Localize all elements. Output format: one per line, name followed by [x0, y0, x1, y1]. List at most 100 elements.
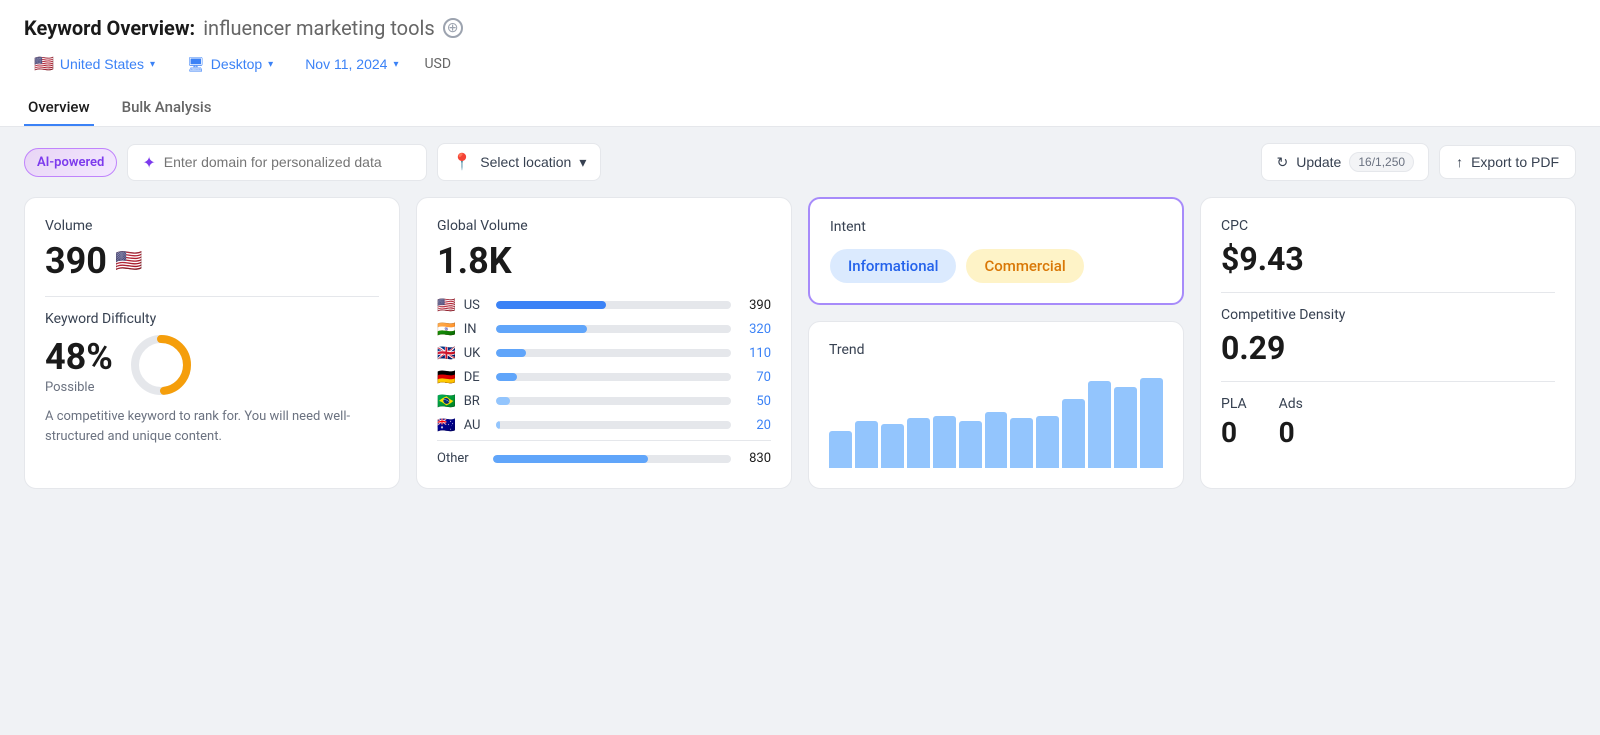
country-bar-bg	[496, 397, 731, 405]
trend-bar	[1036, 416, 1059, 469]
trend-bar	[959, 421, 982, 469]
pla-ads-row: PLA 0 Ads 0	[1221, 396, 1555, 449]
country-code: BR	[464, 394, 488, 409]
badge-commercial: Commercial	[966, 249, 1083, 283]
ads-item: Ads 0	[1279, 396, 1303, 449]
country-code: DE	[464, 370, 488, 385]
trend-bar	[855, 421, 878, 469]
country-flag: 🇧🇷	[437, 392, 456, 410]
export-button[interactable]: ↑ Export to PDF	[1439, 145, 1576, 179]
cpc-value: $9.43	[1221, 240, 1555, 278]
intent-label: Intent	[830, 219, 1162, 235]
trend-bar	[907, 418, 930, 468]
country-bar-fill	[496, 421, 501, 429]
ads-label: Ads	[1279, 396, 1303, 412]
currency-label: USD	[424, 56, 451, 72]
country-code: US	[464, 298, 488, 313]
domain-input[interactable]	[164, 154, 413, 170]
country-bar-bg	[496, 349, 731, 357]
other-label: Other	[437, 451, 485, 466]
country-num: 50	[739, 394, 771, 409]
country-bar-fill	[496, 397, 510, 405]
location-label: United States	[60, 56, 144, 72]
global-volume-value: 1.8K	[437, 240, 771, 282]
other-row: Other 830	[437, 440, 771, 466]
update-count: 16/1,250	[1349, 152, 1414, 172]
country-row: 🇺🇸 US 390	[437, 296, 771, 314]
country-row: 🇦🇺 AU 20	[437, 416, 771, 434]
country-flag: 🇩🇪	[437, 368, 456, 386]
country-bar-bg	[496, 301, 731, 309]
country-flag: 🇦🇺	[437, 416, 456, 434]
page-title-query: influencer marketing tools	[203, 16, 434, 40]
country-flag: 🇮🇳	[437, 320, 456, 338]
device-filter[interactable]: 🖥 Desktop ▾	[177, 52, 283, 77]
trend-card: Trend	[808, 321, 1184, 489]
pla-value: 0	[1221, 416, 1247, 449]
global-volume-label: Global Volume	[437, 218, 771, 234]
trend-bar	[829, 431, 852, 469]
page-title-prefix: Keyword Overview:	[24, 16, 195, 40]
trend-label: Trend	[829, 342, 1163, 358]
country-bar-fill	[496, 373, 517, 381]
country-num: 320	[739, 322, 771, 337]
location-filter[interactable]: 🇺🇸 United States ▾	[24, 50, 165, 78]
volume-label: Volume	[45, 218, 379, 234]
country-row: 🇮🇳 IN 320	[437, 320, 771, 338]
add-keyword-icon[interactable]: ⊕	[443, 18, 463, 38]
country-num: 70	[739, 370, 771, 385]
update-button[interactable]: ↻ Update 16/1,250	[1261, 143, 1429, 181]
select-location-button[interactable]: 📍 Select location ▾	[437, 143, 601, 181]
date-chevron-icon: ▾	[393, 59, 398, 70]
date-filter[interactable]: Nov 11, 2024 ▾	[295, 52, 408, 76]
country-code: IN	[464, 322, 488, 337]
volume-kd-card: Volume 390 🇺🇸 Keyword Difficulty 48% Pos…	[24, 197, 400, 489]
export-icon: ↑	[1456, 154, 1463, 170]
tab-bulk-analysis[interactable]: Bulk Analysis	[118, 90, 216, 126]
trend-bar	[1114, 387, 1137, 468]
tab-overview[interactable]: Overview	[24, 90, 94, 126]
location-placeholder: Select location	[480, 154, 571, 170]
other-bar-fill	[493, 455, 648, 463]
trend-bar	[985, 412, 1008, 468]
country-num: 390	[739, 298, 771, 313]
country-bar-bg	[496, 325, 731, 333]
country-flag: 🇺🇸	[437, 296, 456, 314]
pla-label: PLA	[1221, 396, 1247, 412]
cd-value: 0.29	[1221, 329, 1555, 367]
other-bar-bg	[493, 455, 731, 463]
country-bar-bg	[496, 373, 731, 381]
country-code: UK	[464, 346, 488, 361]
country-row: 🇩🇪 DE 70	[437, 368, 771, 386]
country-row: 🇧🇷 BR 50	[437, 392, 771, 410]
kd-label: Keyword Difficulty	[45, 311, 379, 327]
location-chevron-icon: ▾	[150, 59, 155, 70]
device-chevron-icon: ▾	[268, 59, 273, 70]
trend-bar	[933, 416, 956, 469]
location-flag: 🇺🇸	[34, 54, 54, 74]
trend-chart	[829, 368, 1163, 468]
country-bar-fill	[496, 301, 607, 309]
global-volume-card: Global Volume 1.8K 🇺🇸 US 390 🇮🇳 IN 320 🇬…	[416, 197, 792, 489]
country-num: 110	[739, 346, 771, 361]
intent-card: Intent Informational Commercial	[808, 197, 1184, 305]
device-label: Desktop	[211, 56, 262, 72]
pla-item: PLA 0	[1221, 396, 1247, 449]
ads-value: 0	[1279, 416, 1303, 449]
trend-bar	[1088, 381, 1111, 469]
ai-badge: AI-powered	[24, 148, 117, 177]
country-bar-fill	[496, 325, 588, 333]
country-num: 20	[739, 418, 771, 433]
kd-donut-chart	[129, 333, 193, 397]
sparkle-icon: ✦	[142, 153, 155, 172]
trend-bar	[1062, 399, 1085, 468]
kd-possible: Possible	[45, 380, 113, 395]
pin-icon: 📍	[452, 152, 472, 172]
cpc-label: CPC	[1221, 218, 1555, 234]
badge-informational: Informational	[830, 249, 956, 283]
kd-description: A competitive keyword to rank for. You w…	[45, 407, 379, 446]
refresh-icon: ↻	[1276, 154, 1288, 171]
kd-value: 48%	[45, 336, 113, 378]
domain-input-wrapper[interactable]: ✦	[127, 144, 427, 181]
intent-trend-column: Intent Informational Commercial Trend	[808, 197, 1184, 489]
